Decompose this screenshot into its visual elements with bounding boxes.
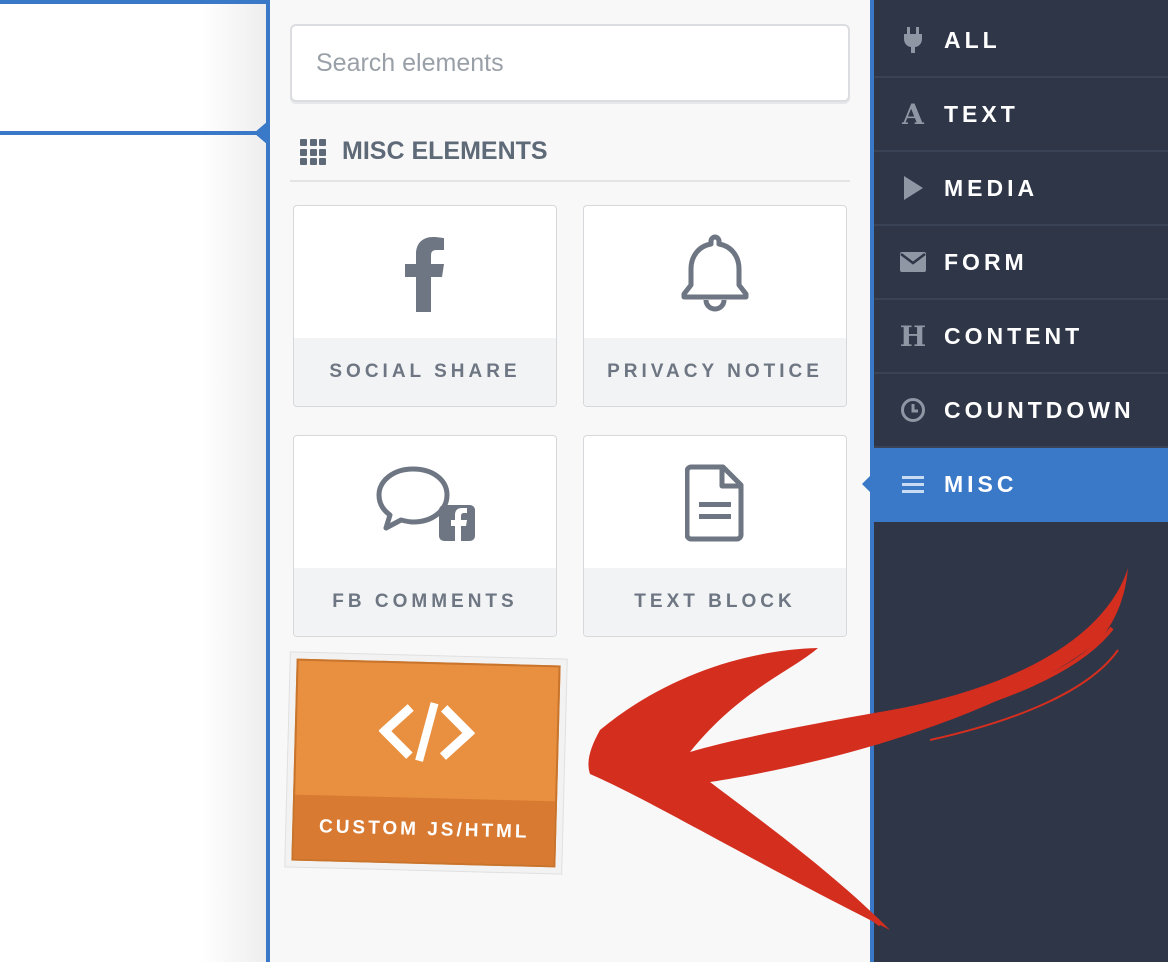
letter-a-icon: A [902,97,924,131]
category-countdown[interactable]: COUNTDOWN [874,374,1168,448]
element-card-social-share[interactable]: SOCIAL SHARE [293,205,557,407]
facebook-icon [405,237,444,312]
category-form[interactable]: FORM [874,226,1168,300]
code-icon [378,702,476,762]
grid-icon [300,139,326,165]
envelope-icon [900,249,926,275]
element-card-fb-comments[interactable]: FB COMMENTS [293,435,557,637]
category-all[interactable]: ALL [874,4,1168,78]
element-card-label: TEXT BLOCK [584,568,846,636]
document-icon [685,464,744,542]
clock-icon [900,397,926,423]
section-title: MISC ELEMENTS [342,137,548,165]
bell-icon [681,234,749,312]
elements-panel: MISC ELEMENTS SOCIAL SHARE PRIVACY NOTIC… [266,0,874,962]
element-card-label: SOCIAL SHARE [294,338,556,406]
category-misc[interactable]: MISC [862,448,1168,522]
element-card-label: FB COMMENTS [294,568,556,636]
element-card-custom-js-html[interactable]: CUSTOM JS/HTML [291,658,561,868]
category-content[interactable]: H CONTENT [874,300,1168,374]
letter-h-icon: H [899,319,927,353]
search-input[interactable] [292,26,848,100]
element-card-privacy-notice[interactable]: PRIVACY NOTICE [583,205,847,407]
category-text[interactable]: A TEXT [874,78,1168,152]
active-indicator [862,472,874,496]
category-media[interactable]: MEDIA [874,152,1168,226]
element-card-text-block[interactable]: TEXT BLOCK [583,435,847,637]
plug-icon [900,27,926,53]
play-icon [900,175,926,201]
hamburger-icon [900,471,926,497]
category-sidebar: ALL A TEXT MEDIA FORM H CONTENT COUNTDOW… [862,0,1168,962]
element-card-label: CUSTOM JS/HTML [293,794,556,866]
section-header: MISC ELEMENTS [290,134,850,182]
element-card-label: PRIVACY NOTICE [584,338,846,406]
search-box [290,24,850,102]
speech-bubble-facebook-icon [376,466,475,541]
selected-block-outline [0,131,262,135]
